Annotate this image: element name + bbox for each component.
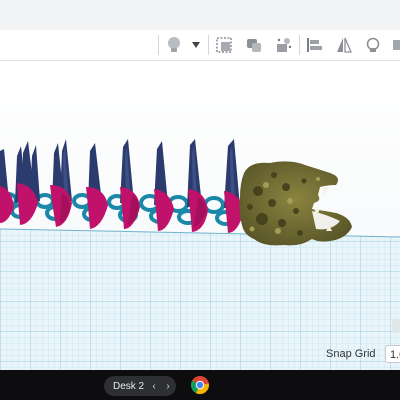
snap-grid-label: Snap Grid [326,348,376,360]
lightbulb-icon[interactable] [163,35,185,55]
mirror-icon[interactable] [333,35,355,55]
view-cube-edge [392,319,400,333]
toolbar-separator [299,35,300,55]
desk-label: Desk 2 [113,380,145,392]
snap-grid-select[interactable]: 1.0 [385,345,400,363]
chrome-icon[interactable] [190,376,209,395]
desk-next-button[interactable]: › [162,378,174,394]
desk-switcher[interactable]: Desk 2 ‹ › [104,376,176,396]
align-icon[interactable] [303,35,325,55]
toolbar-separator [158,35,159,55]
3d-viewport[interactable] [0,61,400,370]
group-shapes-icon[interactable] [243,35,265,55]
image-icon[interactable] [213,35,235,55]
dropdown-arrow-icon[interactable] [189,35,203,55]
browser-top-bar [0,0,400,31]
ungroup-icon[interactable] [272,35,294,55]
more-tools-icon[interactable] [390,35,400,55]
editor-toolbar [0,30,400,61]
cruise-icon[interactable] [362,35,384,55]
desk-prev-button[interactable]: ‹ [148,378,160,394]
toolbar-separator [208,35,209,55]
